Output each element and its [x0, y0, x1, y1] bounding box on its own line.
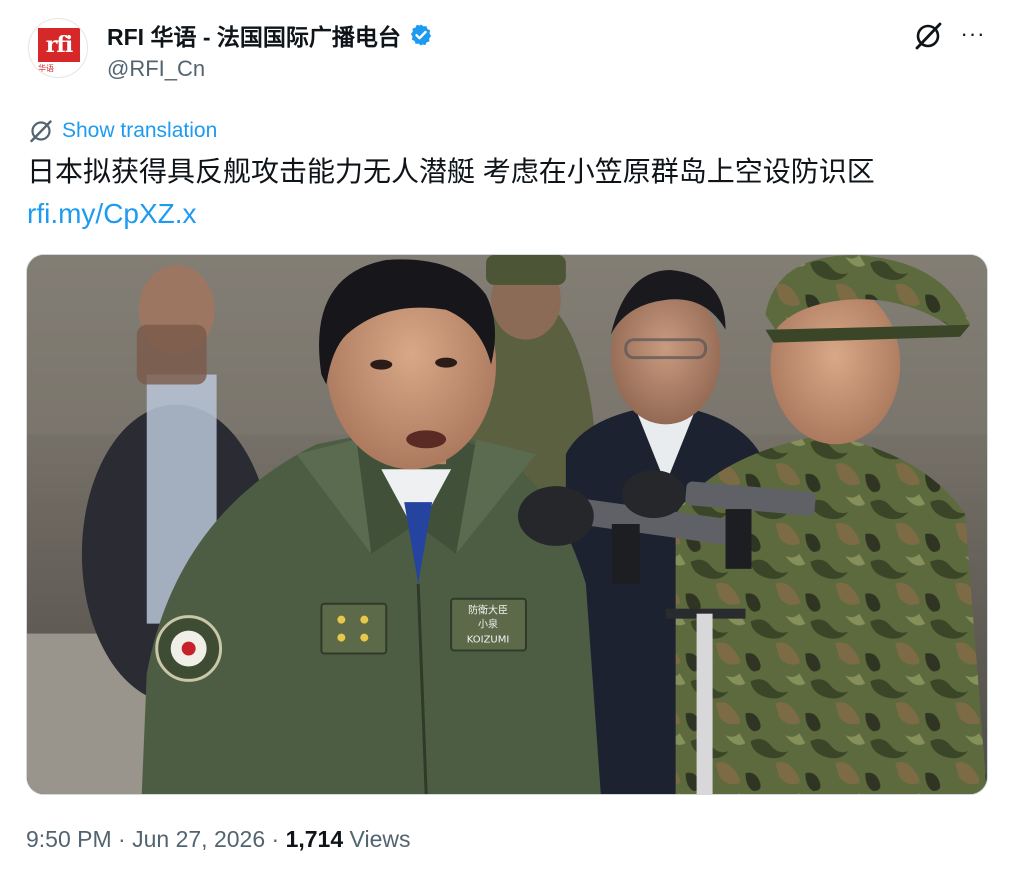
rfi-logo: rfi	[38, 28, 80, 62]
patch-name-en-text: KOIZUMI	[467, 635, 509, 646]
photo-illustration: 防衛大臣 小泉 KOIZUMI	[27, 255, 987, 794]
show-translation-button[interactable]: Show translation	[28, 117, 217, 145]
account-name-row: RFI 华语 - 法国国际广播电台	[107, 20, 433, 50]
account-avatar[interactable]: rfi 华语	[28, 18, 88, 78]
meta-separator: ·	[111, 826, 133, 852]
grok-icon[interactable]	[912, 20, 944, 52]
tweet-photo[interactable]: 防衛大臣 小泉 KOIZUMI	[26, 254, 988, 795]
rfi-logo-subtitle: 华语	[38, 64, 54, 73]
views-label: Views	[343, 826, 411, 852]
verified-badge-icon	[410, 24, 431, 46]
more-options-icon[interactable]: ···	[956, 20, 990, 52]
patch-title-text: 防衛大臣	[468, 604, 508, 617]
translate-icon	[30, 120, 52, 143]
show-translation-label: Show translation	[62, 119, 218, 142]
display-name[interactable]: RFI 华语 - 法国国际广播电台	[107, 18, 401, 52]
tweet-metadata: 9:50 PM · Jun 27, 2026 · 1,714 Views	[26, 826, 410, 853]
tweet-date[interactable]: Jun 27, 2026	[132, 826, 265, 852]
patch-name-jp-text: 小泉	[478, 618, 498, 631]
views-count: 1,714	[285, 826, 344, 852]
meta-separator: ·	[265, 826, 286, 852]
tweet-link[interactable]: rfi.my/CpXZ.x	[27, 195, 197, 233]
account-handle[interactable]: @RFI_Cn	[107, 56, 205, 82]
tweet-time[interactable]: 9:50 PM	[26, 826, 112, 852]
tweet-text: 日本拟获得具反舰攻击能力无人潜艇 考虑在小笠原群岛上空设防识区	[27, 156, 875, 187]
